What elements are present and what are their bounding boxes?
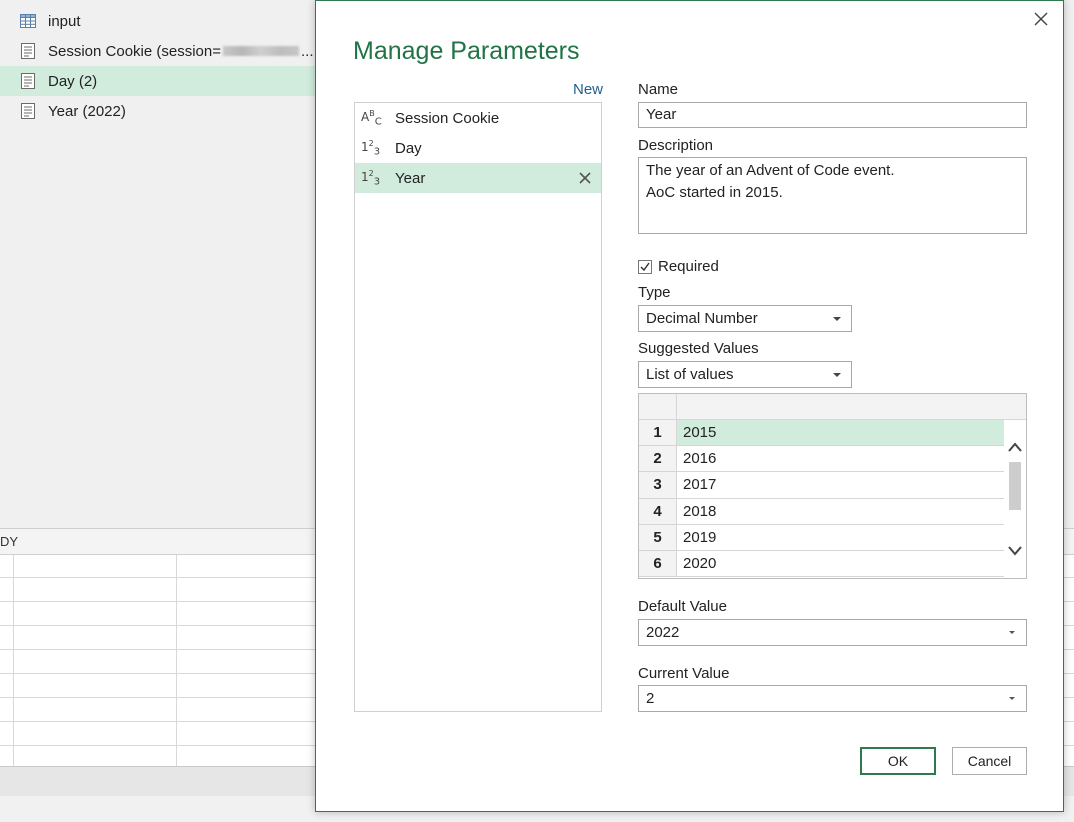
value-cell[interactable]: 2016 [677,446,1004,471]
value-row[interactable]: 2 2016 [639,446,1004,473]
current-value-text: 2 [646,690,655,707]
value-cell[interactable]: 2019 [677,525,1004,550]
row-number: 3 [639,472,677,498]
value-cell[interactable]: 2017 [677,472,1004,497]
suggested-values-label: Suggested Values [638,340,759,357]
grid-column-line [13,555,14,766]
grid-rows: 1 2015 2 2016 3 2017 4 2018 5 2019 6 202… [639,420,1004,578]
value-row[interactable]: 3 2017 [639,472,1004,499]
values-list-grid: 1 2015 2 2016 3 2017 4 2018 5 2019 6 202… [638,393,1027,579]
value-cell[interactable]: 2015 [677,420,1004,446]
parameter-item-day[interactable]: 123 Day [355,133,601,163]
parameter-label: Year [395,169,426,187]
parameter-label: Day [395,139,422,157]
parameter-list: ABC Session Cookie 123 Day 123 Year [354,102,602,712]
parameter-item-session-cookie[interactable]: ABC Session Cookie [355,103,601,133]
required-label: Required [658,258,719,275]
delete-icon [579,172,591,184]
description-input[interactable]: The year of an Advent of Code event. AoC… [638,157,1027,234]
row-number: 5 [639,524,677,550]
query-label-ellipsis: ... [301,42,314,60]
current-value-dropdown[interactable]: 2 [638,685,1027,712]
close-button[interactable] [1029,7,1053,31]
table-icon [20,13,36,29]
suggested-values-dropdown[interactable]: List of values [638,361,852,388]
row-number: 6 [639,550,677,577]
query-item-year[interactable]: Year (2022) [0,96,320,126]
query-label: input [48,12,81,30]
default-value-dropdown[interactable]: 2022 [638,619,1027,646]
delete-parameter-button[interactable] [575,168,595,188]
value-row[interactable]: 4 2018 [639,498,1004,525]
type-label: Type [638,284,671,301]
chevron-down-icon [823,306,851,331]
parameter-icon [20,43,36,59]
row-number: 2 [639,446,677,472]
redacted-value [223,46,300,56]
values-scrollbar[interactable] [1004,420,1026,578]
scroll-thumb[interactable] [1009,462,1021,510]
description-label: Description [638,137,714,154]
ok-button[interactable]: OK [860,747,936,775]
value-row[interactable]: 1 2015 [639,420,1004,447]
status-text: DY [0,534,19,549]
query-item-input[interactable]: input [0,6,320,36]
parameter-icon [20,73,36,89]
value-cell[interactable]: 2020 [677,551,1004,576]
number-type-icon: 123 [361,138,381,158]
checkmark-icon [640,262,650,271]
grid-corner [639,394,677,420]
grid-column-line [176,555,177,766]
query-label: Day (2) [48,72,98,90]
value-cell[interactable]: 2018 [677,499,1004,524]
text-type-icon: ABC [361,108,382,128]
parameter-label: Session Cookie [395,109,500,127]
close-icon [1034,12,1048,26]
chevron-down-icon [823,362,851,387]
chevron-down-icon [998,620,1026,645]
dialog-title: Manage Parameters [353,37,580,65]
chevron-down-icon [998,686,1026,711]
row-number: 1 [639,420,677,446]
manage-parameters-dialog: Manage Parameters New ABC Session Cookie… [315,0,1064,812]
suggested-values-dropdown-value: List of values [646,366,734,383]
value-row[interactable]: 5 2019 [639,524,1004,551]
name-label: Name [638,81,679,98]
new-parameter-link[interactable]: New [573,81,603,98]
default-value-text: 2022 [646,624,680,641]
query-label: Year (2022) [48,102,126,120]
query-item-day[interactable]: Day (2) [0,66,320,96]
value-row[interactable]: 6 2020 [639,550,1004,578]
scroll-up-button[interactable] [1004,436,1026,458]
query-item-session-cookie[interactable]: Session Cookie (session= ... [0,36,320,66]
required-checkbox[interactable] [638,259,652,274]
parameter-icon [20,103,36,119]
default-value-label: Default Value [638,598,727,615]
current-value-label: Current Value [638,665,730,682]
query-list: input Session Cookie (session= ... Day (… [0,6,320,126]
type-dropdown-value: Decimal Number [646,310,758,327]
type-dropdown[interactable]: Decimal Number [638,305,852,332]
required-checkbox-row[interactable]: Required [638,258,719,275]
name-input[interactable]: Year [638,102,1027,128]
cancel-button[interactable]: Cancel [952,747,1027,775]
query-label: Session Cookie (session= [48,42,222,60]
number-type-icon: 123 [361,168,381,188]
grid-header [639,394,1026,420]
scroll-down-button[interactable] [1004,540,1026,562]
chevron-up-icon [1008,442,1022,452]
parameter-item-year[interactable]: 123 Year [355,163,601,193]
row-number: 4 [639,498,677,524]
chevron-down-icon [1008,546,1022,556]
